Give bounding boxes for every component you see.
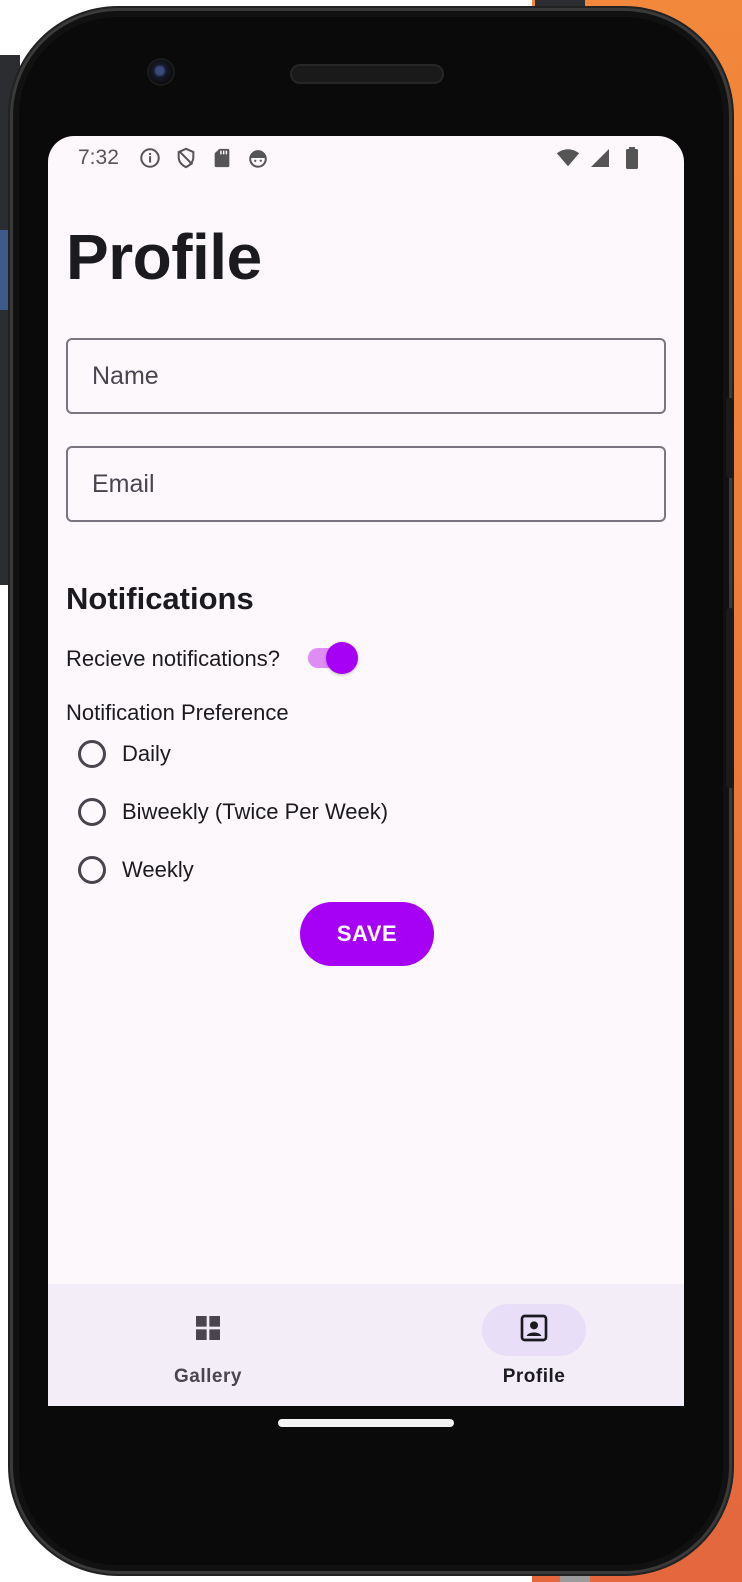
radio-button[interactable] (78, 740, 106, 768)
nav-pill-profile (482, 1304, 586, 1356)
android-debug-icon (246, 146, 270, 170)
nav-label-profile: Profile (502, 1366, 566, 1387)
radio-button[interactable] (78, 856, 106, 884)
name-input[interactable] (68, 340, 664, 412)
grid-icon (192, 1312, 224, 1349)
email-input[interactable] (68, 448, 664, 520)
portrait-icon (518, 1312, 550, 1349)
status-icons-left (138, 146, 270, 170)
name-field[interactable] (66, 338, 666, 414)
radio-label: Biweekly (Twice Per Week) (122, 799, 389, 824)
page-title: Profile (66, 221, 262, 293)
radio-option-daily[interactable]: Daily (78, 740, 171, 768)
app-screen: 7:32 Profile Name Email Notifications Re… (48, 136, 684, 1406)
volume-button (726, 608, 734, 788)
radio-label: Daily (122, 741, 171, 766)
radio-button[interactable] (78, 798, 106, 826)
radio-option-biweekly[interactable]: Biweekly (Twice Per Week) (78, 798, 388, 826)
bottom-navigation: Gallery Profile (48, 1284, 684, 1406)
wifi-icon (556, 146, 580, 170)
switch-thumb[interactable] (326, 642, 358, 674)
nav-pill-gallery (156, 1304, 260, 1356)
status-icons-right (556, 146, 644, 170)
status-time: 7:32 (78, 146, 119, 169)
save-button[interactable]: SAVE (300, 902, 434, 966)
background-window-accent (0, 230, 10, 310)
nav-label-gallery: Gallery (174, 1366, 242, 1387)
info-icon (138, 146, 162, 170)
radio-label: Weekly (122, 857, 194, 882)
sd-card-icon (210, 146, 234, 170)
radio-option-weekly[interactable]: Weekly (78, 856, 194, 884)
status-bar: 7:32 (48, 136, 684, 178)
notifications-heading: Notifications (66, 581, 254, 616)
nav-item-gallery[interactable]: Gallery (108, 1284, 308, 1406)
notifications-toggle[interactable] (306, 642, 360, 674)
earpiece-speaker (290, 64, 444, 84)
nav-item-profile[interactable]: Profile (434, 1284, 634, 1406)
battery-icon (620, 146, 644, 170)
gesture-navigation-bar[interactable] (278, 1419, 454, 1427)
email-field[interactable] (66, 446, 666, 522)
notification-preference-label: Notification Preference (66, 700, 289, 725)
front-camera (149, 60, 173, 84)
phone-frame: 7:32 Profile Name Email Notifications Re… (10, 8, 734, 1574)
cell-signal-icon (588, 146, 612, 170)
power-button (726, 398, 734, 478)
shield-icon (174, 146, 198, 170)
notifications-toggle-label: Recieve notifications? (66, 646, 281, 671)
